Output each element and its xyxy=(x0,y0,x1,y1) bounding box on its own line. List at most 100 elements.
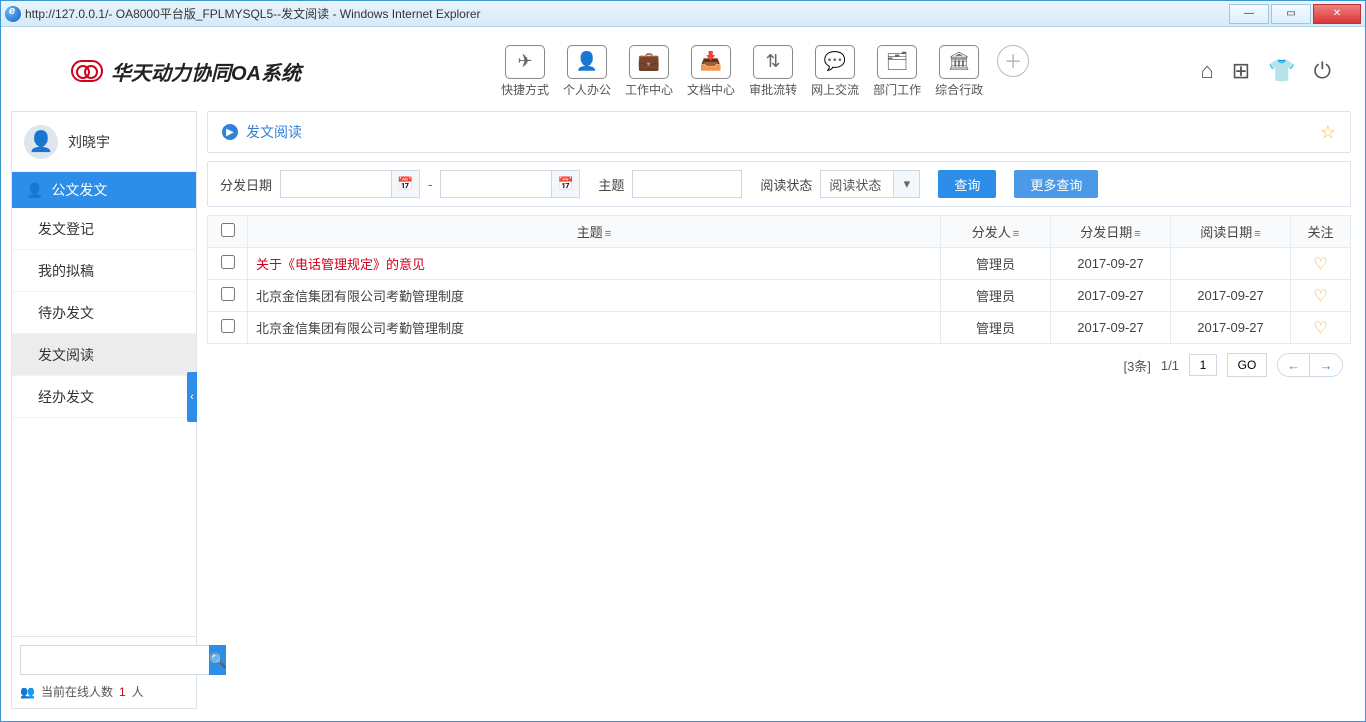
table-row[interactable]: 关于《电话管理规定》的意见 管理员 2017-09-27 ♡ xyxy=(208,248,1351,280)
cell-sender: 管理员 xyxy=(941,312,1051,344)
nav-app[interactable]: ⇅审批流转 xyxy=(749,45,797,98)
cell-read-date: 2017-09-27 xyxy=(1171,280,1291,312)
date-to-wrap: 📅 xyxy=(440,170,580,198)
nav-app[interactable]: 🗂部门工作 xyxy=(873,45,921,98)
query-button[interactable]: 查询 xyxy=(938,170,996,198)
table-row[interactable]: 北京金信集团有限公司考勤管理制度 管理员 2017-09-27 2017-09-… xyxy=(208,312,1351,344)
cell-follow[interactable]: ♡ xyxy=(1291,312,1351,344)
sidebar-item[interactable]: 我的拟稿 xyxy=(12,250,196,292)
calendar-from-icon[interactable]: 📅 xyxy=(391,171,419,197)
nav-app[interactable]: ✈快捷方式 xyxy=(501,45,549,98)
apps-icon[interactable]: ⊞ xyxy=(1232,58,1250,84)
status-select[interactable]: 阅读状态 ▾ xyxy=(820,170,920,198)
pager-go-button[interactable]: GO xyxy=(1227,353,1267,377)
sort-icon: ≡ xyxy=(1134,228,1140,240)
panel-header: ▶ 发文阅读 ☆ xyxy=(208,112,1350,152)
heart-icon: ♡ xyxy=(1313,288,1327,305)
date-dash: - xyxy=(428,177,432,192)
menu-group-title[interactable]: 👤 公文发文 xyxy=(12,172,196,208)
nav-app-icon: 👤 xyxy=(567,45,607,79)
sort-icon: ≡ xyxy=(1254,228,1260,240)
header: 华天动力协同OA系统 ✈快捷方式 👤 个人办公 💼工作中心 📥文档中心 ⇅审批流转 💬 网上交… xyxy=(61,39,1351,103)
people-icon: 👥 xyxy=(20,685,35,699)
check-all[interactable] xyxy=(221,223,235,237)
nav-app-icon: 🗂 xyxy=(877,45,917,79)
date-from-input[interactable] xyxy=(281,171,391,197)
pager-next-button[interactable]: → xyxy=(1310,354,1342,376)
cell-subject[interactable]: 北京金信集团有限公司考勤管理制度 xyxy=(248,280,941,312)
nav-app[interactable]: 💼工作中心 xyxy=(625,45,673,98)
date-to-input[interactable] xyxy=(441,171,551,197)
sidebar-item[interactable]: 发文阅读 xyxy=(12,334,196,376)
nav-add-button[interactable]: ＋ xyxy=(997,45,1029,98)
col-sender[interactable]: 分发人≡ xyxy=(941,216,1051,248)
close-button[interactable]: ✕ xyxy=(1313,4,1361,24)
nav-app[interactable]: 👤 个人办公 xyxy=(563,45,611,98)
power-icon[interactable]: ⏻ xyxy=(1314,58,1331,84)
date-from-wrap: 📅 xyxy=(280,170,420,198)
cell-check xyxy=(208,312,248,344)
pager-nav: ← → xyxy=(1277,353,1343,377)
data-table: 主题≡ 分发人≡ 分发日期≡ 阅读日期≡ 关注 关于《电话管理规定》的意见 管理… xyxy=(207,215,1351,344)
col-read-date-label: 阅读日期 xyxy=(1200,225,1252,240)
sidebar-item[interactable]: 待办发文 xyxy=(12,292,196,334)
user-block: 👤 刘晓宇 xyxy=(12,112,196,172)
col-follow: 关注 xyxy=(1291,216,1351,248)
maximize-button[interactable]: ▭ xyxy=(1271,4,1311,24)
nav-app[interactable]: 💬 网上交流 xyxy=(811,45,859,98)
cell-subject[interactable]: 关于《电话管理规定》的意见 xyxy=(248,248,941,280)
col-send-date[interactable]: 分发日期≡ xyxy=(1051,216,1171,248)
sidebar-search-button[interactable]: 🔍 xyxy=(209,645,226,675)
nav-app-label: 审批流转 xyxy=(749,81,797,98)
heart-icon: ♡ xyxy=(1313,256,1327,273)
col-follow-label: 关注 xyxy=(1307,225,1333,240)
nav-app-label: 网上交流 xyxy=(811,81,859,98)
sidebar-item[interactable]: 经办发文 xyxy=(12,376,196,418)
nav-app-label: 综合行政 xyxy=(935,81,983,98)
chevron-down-icon[interactable]: ▾ xyxy=(893,171,919,197)
calendar-to-icon[interactable]: 📅 xyxy=(551,171,579,197)
nav-app-icon: 💬 xyxy=(815,45,855,79)
url-text: http://127.0.0.1/ xyxy=(25,7,108,21)
sidebar-collapse-handle[interactable]: ‹ xyxy=(187,372,197,422)
cell-read-date xyxy=(1171,248,1291,280)
cell-sender: 管理员 xyxy=(941,280,1051,312)
logo-mark-icon xyxy=(71,60,103,82)
star-icon[interactable]: ☆ xyxy=(1320,122,1336,143)
menu-items: 发文登记我的拟稿待办发文发文阅读经办发文 xyxy=(12,208,196,418)
pager-prev-button[interactable]: ← xyxy=(1278,354,1310,376)
cell-subject[interactable]: 北京金信集团有限公司考勤管理制度 xyxy=(248,312,941,344)
sidebar-search-input[interactable] xyxy=(20,645,209,675)
nav-app[interactable]: 🏛综合行政 xyxy=(935,45,983,98)
subject-label: 主题 xyxy=(598,175,624,194)
pager-pages: 1/1 xyxy=(1161,358,1179,373)
cell-check xyxy=(208,280,248,312)
status-value: 阅读状态 xyxy=(821,171,893,197)
sort-icon: ≡ xyxy=(605,228,611,240)
row-checkbox[interactable] xyxy=(221,255,235,269)
table-row[interactable]: 北京金信集团有限公司考勤管理制度 管理员 2017-09-27 2017-09-… xyxy=(208,280,1351,312)
theme-icon[interactable]: 👕 xyxy=(1268,58,1295,84)
logo-text: 华天动力协同OA系统 xyxy=(111,57,301,86)
home-icon[interactable]: ⌂ xyxy=(1200,58,1213,84)
cell-follow[interactable]: ♡ xyxy=(1291,248,1351,280)
col-subject[interactable]: 主题≡ xyxy=(248,216,941,248)
cell-send-date: 2017-09-27 xyxy=(1051,280,1171,312)
row-checkbox[interactable] xyxy=(221,319,235,333)
body-wrap: 👤 刘晓宇 👤 公文发文 发文登记我的拟稿待办发文发文阅读经办发文 ‹ 🔍 👥 xyxy=(11,111,1351,709)
cell-follow[interactable]: ♡ xyxy=(1291,280,1351,312)
sidebar: 👤 刘晓宇 👤 公文发文 发文登记我的拟稿待办发文发文阅读经办发文 ‹ 🔍 👥 xyxy=(11,111,197,709)
subject-input[interactable] xyxy=(632,170,742,198)
pager-page-input[interactable] xyxy=(1189,354,1217,376)
more-query-button[interactable]: 更多查询 xyxy=(1014,170,1098,198)
row-checkbox[interactable] xyxy=(221,287,235,301)
filter-panel: 分发日期 📅 - 📅 主题 阅读状态 阅读状态 ▾ xyxy=(207,161,1351,207)
sidebar-item[interactable]: 发文登记 xyxy=(12,208,196,250)
pager-total: [3条] xyxy=(1123,356,1150,375)
table-wrap: 主题≡ 分发人≡ 分发日期≡ 阅读日期≡ 关注 关于《电话管理规定》的意见 管理… xyxy=(207,215,1351,709)
nav-app-label: 个人办公 xyxy=(563,81,611,98)
nav-app[interactable]: 📥文档中心 xyxy=(687,45,735,98)
col-read-date[interactable]: 阅读日期≡ xyxy=(1171,216,1291,248)
minimize-button[interactable]: — xyxy=(1229,4,1269,24)
avatar-icon: 👤 xyxy=(24,125,58,159)
